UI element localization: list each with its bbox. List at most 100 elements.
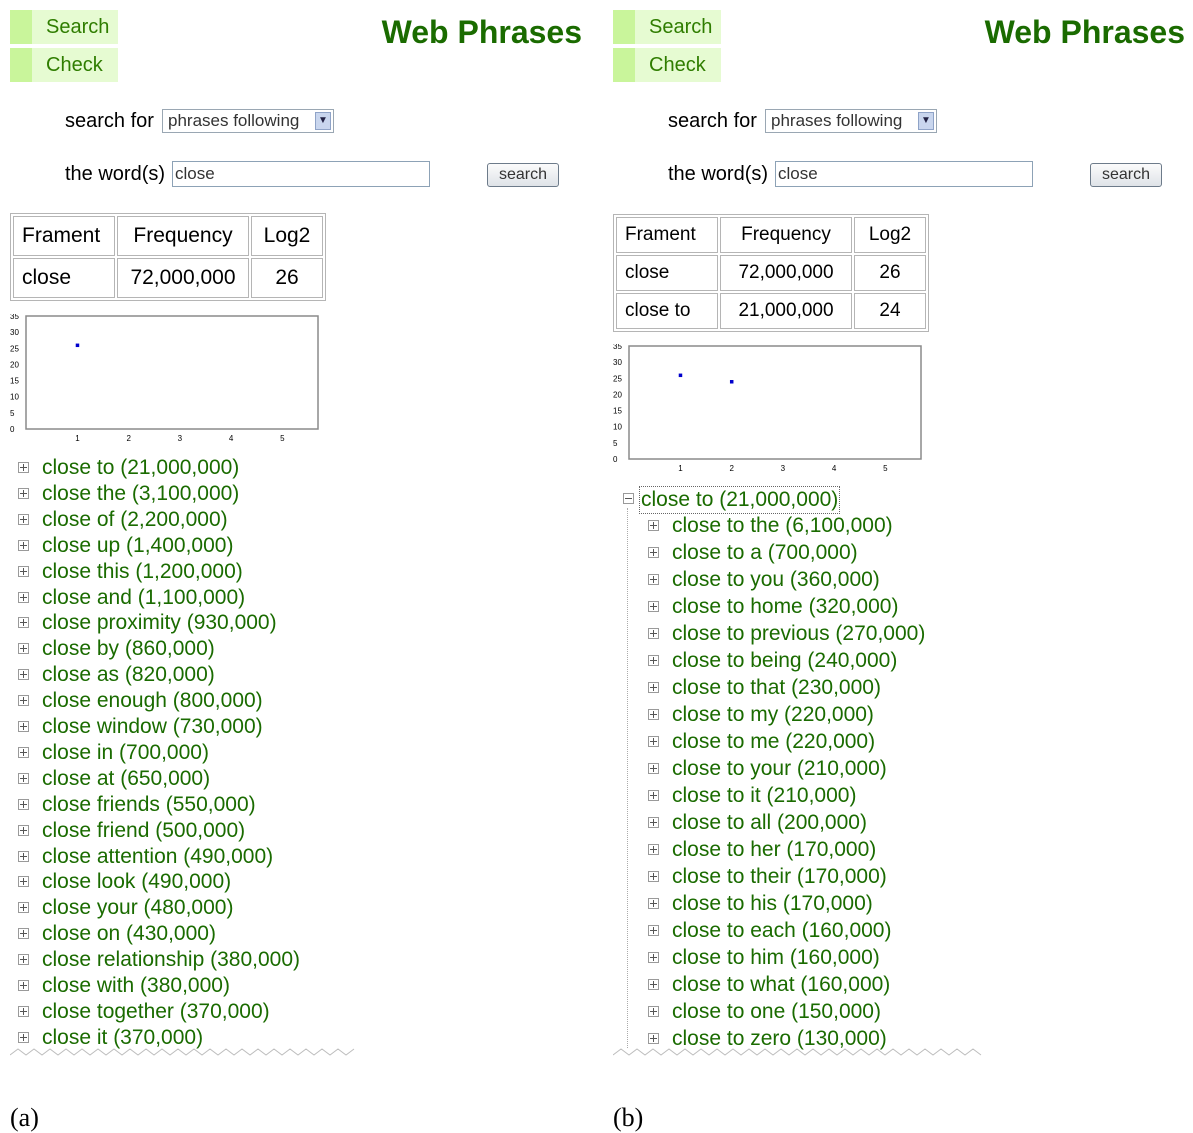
- nav-check-button[interactable]: Check: [10, 48, 118, 82]
- expand-plus-icon[interactable]: [648, 628, 659, 639]
- expand-plus-icon[interactable]: [648, 682, 659, 693]
- expand-plus-icon[interactable]: [18, 695, 29, 707]
- expand-plus-icon[interactable]: [18, 617, 29, 629]
- tree-node-label[interactable]: close to what (160,000): [672, 972, 890, 998]
- expand-plus-icon[interactable]: [18, 462, 29, 473]
- tree-node-label[interactable]: close the (3,100,000): [42, 481, 239, 507]
- tree-node-label[interactable]: close to it (210,000): [672, 783, 856, 809]
- expand-plus-icon[interactable]: [18, 850, 29, 862]
- tree-node-label[interactable]: close to me (220,000): [672, 729, 875, 755]
- expand-plus-icon[interactable]: [18, 902, 29, 914]
- expand-plus-icon[interactable]: [18, 643, 29, 655]
- tree-node-label[interactable]: close to each (160,000): [672, 918, 891, 944]
- expand-plus-icon[interactable]: [18, 721, 29, 732]
- expand-plus-icon[interactable]: [648, 871, 659, 882]
- search-button[interactable]: search: [1090, 163, 1162, 187]
- expand-plus-icon[interactable]: [648, 736, 659, 747]
- expand-plus-icon[interactable]: [648, 844, 659, 855]
- tree-node-label[interactable]: close to (21,000,000): [42, 455, 239, 481]
- expand-plus-icon[interactable]: [648, 817, 659, 828]
- nav-search-button[interactable]: Search: [10, 10, 118, 44]
- tree-node-label[interactable]: close to their (170,000): [672, 864, 887, 890]
- tree-node-label[interactable]: close to that (230,000): [672, 675, 881, 701]
- mode-select[interactable]: phrases following ▼: [765, 109, 937, 133]
- expand-plus-icon[interactable]: [648, 601, 659, 612]
- tree-node-label[interactable]: close of (2,200,000): [42, 507, 228, 533]
- tree-node-label[interactable]: close to home (320,000): [672, 594, 898, 620]
- expand-plus-icon[interactable]: [648, 520, 659, 531]
- expand-plus-icon[interactable]: [648, 952, 659, 963]
- tree-node-label[interactable]: close this (1,200,000): [42, 559, 243, 585]
- expand-plus-icon[interactable]: [18, 565, 29, 577]
- expand-plus-icon[interactable]: [18, 591, 29, 603]
- expand-plus-icon[interactable]: [18, 513, 29, 525]
- tree-node-label[interactable]: close and (1,100,000): [42, 585, 245, 611]
- expand-plus-icon[interactable]: [18, 876, 29, 888]
- tree-node-label[interactable]: close at (650,000): [42, 766, 210, 792]
- expand-plus-icon[interactable]: [18, 824, 29, 836]
- expand-plus-icon[interactable]: [18, 669, 29, 681]
- expand-plus-icon[interactable]: [648, 925, 659, 936]
- expand-plus-icon[interactable]: [18, 1005, 29, 1017]
- tree-node-label[interactable]: close to all (200,000): [672, 810, 867, 836]
- expand-plus-icon[interactable]: [648, 574, 659, 585]
- expand-plus-icon[interactable]: [18, 1031, 29, 1043]
- expand-plus-icon[interactable]: [18, 746, 29, 758]
- expand-plus-icon[interactable]: [648, 790, 659, 801]
- nav-check-button[interactable]: Check: [613, 48, 721, 82]
- tree-node-label[interactable]: close to (21,000,000): [639, 486, 841, 514]
- tree-node-label[interactable]: close attention (490,000): [42, 844, 273, 870]
- tree-node-label[interactable]: close to you (360,000): [672, 567, 880, 593]
- tree-node-label[interactable]: close to your (210,000): [672, 756, 887, 782]
- mode-select[interactable]: phrases following ▼: [162, 109, 334, 133]
- expand-plus-icon[interactable]: [18, 954, 29, 966]
- tree-node-label[interactable]: close to being (240,000): [672, 648, 897, 674]
- expand-plus-icon[interactable]: [18, 772, 29, 784]
- expand-plus-icon[interactable]: [648, 763, 659, 774]
- expand-plus-icon[interactable]: [18, 487, 29, 499]
- tree-node-label[interactable]: close on (430,000): [42, 921, 216, 947]
- tree-node-label[interactable]: close to the (6,100,000): [672, 513, 893, 539]
- expand-plus-icon[interactable]: [18, 798, 29, 810]
- search-button[interactable]: search: [487, 163, 559, 187]
- tree-node-label[interactable]: close in (700,000): [42, 740, 209, 766]
- expand-plus-icon[interactable]: [648, 547, 659, 558]
- tree-node-label[interactable]: close by (860,000): [42, 636, 215, 662]
- expand-plus-icon[interactable]: [648, 1033, 659, 1044]
- expand-plus-icon[interactable]: [648, 898, 659, 909]
- expand-plus-icon[interactable]: [648, 709, 659, 720]
- words-input[interactable]: close: [172, 161, 430, 187]
- tree-node-label[interactable]: close to her (170,000): [672, 837, 876, 863]
- tree-node-label[interactable]: close your (480,000): [42, 895, 233, 921]
- chevron-down-icon[interactable]: ▼: [918, 112, 934, 130]
- tree-node-label[interactable]: close proximity (930,000): [42, 610, 277, 636]
- expand-plus-icon[interactable]: [18, 980, 29, 991]
- tree-node-label[interactable]: close to his (170,000): [672, 891, 873, 917]
- nav-search-button[interactable]: Search: [613, 10, 721, 44]
- tree-node-label[interactable]: close look (490,000): [42, 869, 231, 895]
- expand-plus-icon[interactable]: [18, 539, 29, 551]
- tree-node-label[interactable]: close up (1,400,000): [42, 533, 233, 559]
- tree-node-label[interactable]: close friend (500,000): [42, 818, 245, 844]
- tree-node-label[interactable]: close enough (800,000): [42, 688, 263, 714]
- tree-node-label[interactable]: close friends (550,000): [42, 792, 256, 818]
- tree-node-label[interactable]: close to him (160,000): [672, 945, 880, 971]
- tree-node-label[interactable]: close window (730,000): [42, 714, 263, 740]
- expand-plus-icon[interactable]: [18, 928, 29, 940]
- tree-node-label[interactable]: close together (370,000): [42, 999, 270, 1025]
- collapse-minus-icon[interactable]: [623, 493, 634, 504]
- tree-node-label[interactable]: close to my (220,000): [672, 702, 874, 728]
- tree-node-label[interactable]: close relationship (380,000): [42, 947, 300, 973]
- tree-node-label[interactable]: close it (370,000): [42, 1025, 203, 1051]
- expand-plus-icon[interactable]: [648, 979, 659, 990]
- chevron-down-icon[interactable]: ▼: [315, 112, 331, 130]
- expand-plus-icon[interactable]: [648, 1006, 659, 1017]
- wavy-divider: [613, 1048, 982, 1056]
- expand-plus-icon[interactable]: [648, 655, 659, 666]
- tree-node-label[interactable]: close to a (700,000): [672, 540, 858, 566]
- tree-node-label[interactable]: close to previous (270,000): [672, 621, 925, 647]
- words-input[interactable]: close: [775, 161, 1033, 187]
- tree-node-label[interactable]: close with (380,000): [42, 973, 230, 999]
- tree-node-label[interactable]: close to one (150,000): [672, 999, 881, 1025]
- tree-node-label[interactable]: close as (820,000): [42, 662, 215, 688]
